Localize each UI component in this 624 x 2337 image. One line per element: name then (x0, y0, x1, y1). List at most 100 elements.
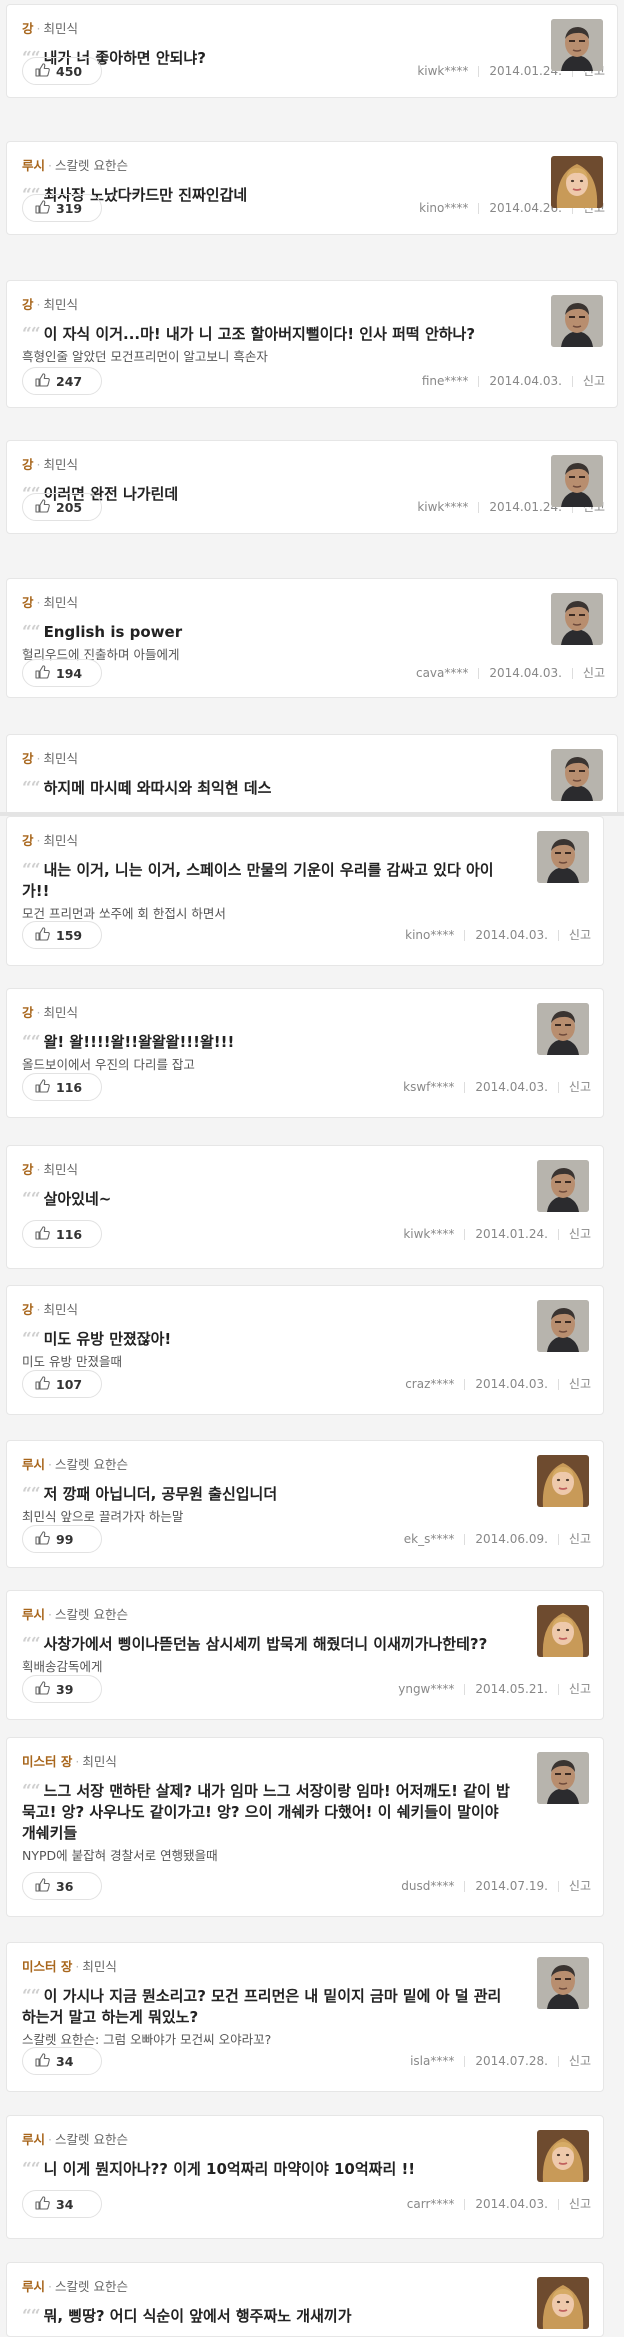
quote-mark-icon: ““ (22, 2159, 41, 2179)
actor-name[interactable]: 스칼렛 요한슨 (55, 1607, 128, 1622)
actor-name[interactable]: 최민식 (44, 1162, 79, 1177)
like-button[interactable]: 34 (22, 2047, 102, 2075)
actor-photo-man[interactable] (551, 19, 603, 71)
user-id: kino**** (419, 201, 469, 215)
character-name: 미스터 장 (22, 1754, 73, 1769)
actor-photo-woman[interactable] (537, 2277, 589, 2329)
actor-photo-man[interactable] (551, 749, 603, 801)
actor-photo-man[interactable] (537, 1160, 589, 1212)
report-button[interactable]: 신고 (569, 921, 591, 949)
report-button[interactable]: 신고 (569, 1073, 591, 1101)
like-button[interactable]: 116 (22, 1073, 102, 1101)
report-button[interactable]: 신고 (583, 659, 605, 687)
post-date: 2014.05.21. (475, 1682, 548, 1696)
character-name: 루시 (22, 1607, 46, 1622)
like-count: 116 (56, 1079, 83, 1095)
actor-name[interactable]: 스칼렛 요한슨 (55, 158, 128, 173)
thumbs-up-icon (35, 2052, 56, 2070)
quote-text: 하지메 마시떼 와따시와 최익현 데스 (43, 779, 272, 797)
divider (557, 1378, 559, 1390)
actor-photo-man[interactable] (537, 1003, 589, 1055)
post-date: 2014.01.24. (475, 1227, 548, 1241)
actor-photo-woman[interactable] (537, 1455, 589, 1507)
like-button[interactable]: 36 (22, 1872, 102, 1900)
actor-photo-man[interactable] (551, 593, 603, 645)
like-count: 99 (56, 1531, 74, 1547)
like-button[interactable]: 159 (22, 921, 102, 949)
role-line: 강 · 최민식 (22, 594, 78, 612)
actor-name[interactable]: 최민식 (44, 297, 79, 312)
report-button[interactable]: 신고 (583, 367, 605, 395)
quote-text: English is power (43, 623, 183, 641)
actor-photo-man[interactable] (551, 295, 603, 347)
actor-photo-woman[interactable] (551, 156, 603, 208)
like-count: 194 (56, 665, 83, 681)
comment-meta: kiwk**** 2014.01.24. 신고 (403, 1220, 591, 1248)
actor-name[interactable]: 최민식 (82, 1959, 117, 1974)
actor-name[interactable]: 스칼렛 요한슨 (55, 2132, 128, 2147)
user-id: craz**** (405, 1377, 455, 1391)
character-name: 강 (22, 21, 34, 36)
quote-text-block: ““ 미도 유방 만졌잖아! (22, 1329, 515, 1350)
actor-name[interactable]: 최민식 (44, 833, 79, 848)
separator-dot: · (48, 1457, 52, 1472)
actor-photo-woman[interactable] (537, 1605, 589, 1657)
report-button[interactable]: 신고 (569, 1525, 591, 1553)
like-button[interactable]: 34 (22, 2190, 102, 2218)
separator-dot: · (36, 457, 41, 472)
like-button[interactable]: 99 (22, 1525, 102, 1553)
actor-name[interactable]: 최민식 (44, 595, 79, 610)
thumbs-up-icon (35, 1877, 56, 1895)
comment-meta: fine**** 2014.04.03. 신고 (422, 367, 605, 395)
actor-photo-man[interactable] (537, 1752, 589, 1804)
actor-photo-woman[interactable] (537, 2130, 589, 2182)
actor-name[interactable]: 최민식 (44, 1005, 79, 1020)
actor-name[interactable]: 최민식 (44, 751, 79, 766)
like-button[interactable]: 247 (22, 367, 102, 395)
like-button[interactable]: 107 (22, 1370, 102, 1398)
like-button[interactable]: 319 (22, 194, 102, 222)
actor-photo-man[interactable] (551, 455, 603, 507)
thumbs-up-icon (35, 1225, 56, 1243)
quote-mark-icon: ““ (22, 1329, 41, 1349)
divider (464, 1683, 466, 1695)
actor-name[interactable]: 스칼렛 요한슨 (55, 2279, 128, 2294)
like-button[interactable]: 450 (22, 57, 102, 85)
report-button[interactable]: 신고 (569, 1220, 591, 1248)
report-button[interactable]: 신고 (569, 2190, 591, 2218)
actor-photo-man[interactable] (537, 1300, 589, 1352)
actor-name[interactable]: 최민식 (44, 457, 79, 472)
like-count: 450 (56, 63, 83, 79)
divider (464, 1880, 466, 1892)
like-count: 34 (56, 2196, 74, 2212)
character-name: 강 (22, 457, 34, 472)
report-button[interactable]: 신고 (569, 2047, 591, 2075)
like-button[interactable]: 205 (22, 493, 102, 521)
role-line: 강 · 최민식 (22, 1161, 78, 1179)
actor-name[interactable]: 최민식 (82, 1754, 117, 1769)
actor-photo-man[interactable] (537, 1957, 589, 2009)
report-button[interactable]: 신고 (569, 1370, 591, 1398)
quote-mark-icon: ““ (22, 1986, 41, 2006)
role-line: 강 · 최민식 (22, 750, 78, 768)
like-count: 205 (56, 499, 83, 515)
separator-dot: · (36, 1302, 41, 1317)
comment-card: 강 · 최민식 ““ 살아있네~ 116 kiwk**** 2014.01.24. 신고 (6, 1145, 604, 1269)
like-count: 107 (56, 1376, 83, 1392)
actor-photo-man[interactable] (537, 831, 589, 883)
quote-text: 내는 이거, 니는 이거, 스페이스 만물의 기운이 우리를 감싸고 있다 아이… (22, 861, 494, 900)
divider (478, 501, 480, 513)
like-button[interactable]: 116 (22, 1220, 102, 1248)
like-count: 247 (56, 373, 83, 389)
actor-name[interactable]: 최민식 (44, 21, 79, 36)
character-name: 강 (22, 297, 34, 312)
report-button[interactable]: 신고 (569, 1872, 591, 1900)
like-button[interactable]: 194 (22, 659, 102, 687)
report-button[interactable]: 신고 (569, 1675, 591, 1703)
quote-text-block: ““ 뭐, 삥땅? 어디 식순이 앞에서 행주짜노 개새끼가 (22, 2306, 515, 2327)
actor-name[interactable]: 스칼렛 요한슨 (55, 1457, 128, 1472)
like-button[interactable]: 39 (22, 1675, 102, 1703)
divider (478, 65, 480, 77)
comment-card: 강 · 최민식 ““ 내는 이거, 니는 이거, 스페이스 만물의 기운이 우리를 감싸… (6, 816, 604, 966)
actor-name[interactable]: 최민식 (44, 1302, 79, 1317)
